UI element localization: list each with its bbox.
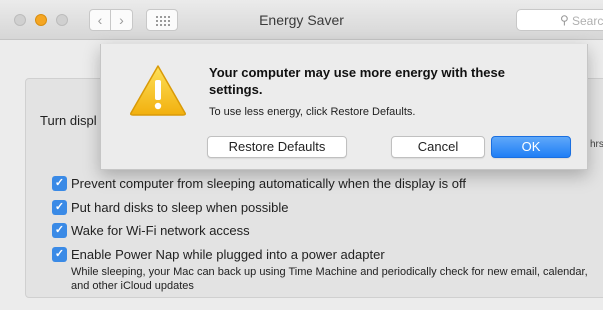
hard-disk-sleep-label: Put hard disks to sleep when possible (71, 200, 289, 215)
title-bar: ‹ › Energy Saver ⚲ Search (0, 0, 603, 40)
cancel-button[interactable]: Cancel (391, 136, 485, 158)
restore-defaults-button[interactable]: Restore Defaults (207, 136, 347, 158)
alert-sheet: Your computer may use more energy with t… (100, 44, 588, 170)
prevent-sleep-checkbox[interactable]: ✓ (52, 176, 67, 191)
window-title: Energy Saver (259, 12, 344, 28)
power-nap-description: While sleeping, your Mac can back up usi… (71, 266, 588, 292)
search-field[interactable]: ⚲ Search (516, 9, 603, 31)
wake-wifi-label: Wake for Wi-Fi network access (71, 223, 250, 238)
alert-message: To use less energy, click Restore Defaul… (209, 106, 416, 118)
power-nap-label: Enable Power Nap while plugged into a po… (71, 247, 385, 262)
prevent-sleep-label: Prevent computer from sleeping automatic… (71, 176, 467, 191)
search-icon: ⚲ (560, 13, 569, 27)
turn-display-off-label: Turn displ (40, 113, 97, 128)
hard-disk-sleep-checkbox[interactable]: ✓ (52, 200, 67, 215)
ok-button[interactable]: OK (491, 136, 571, 158)
warning-icon (130, 65, 186, 116)
wake-wifi-checkbox[interactable]: ✓ (52, 223, 67, 238)
search-placeholder: Search (572, 14, 603, 28)
power-nap-checkbox[interactable]: ✓ (52, 247, 67, 262)
alert-heading: Your computer may use more energy with t… (209, 65, 505, 97)
hrs-label: hrs (590, 139, 603, 150)
